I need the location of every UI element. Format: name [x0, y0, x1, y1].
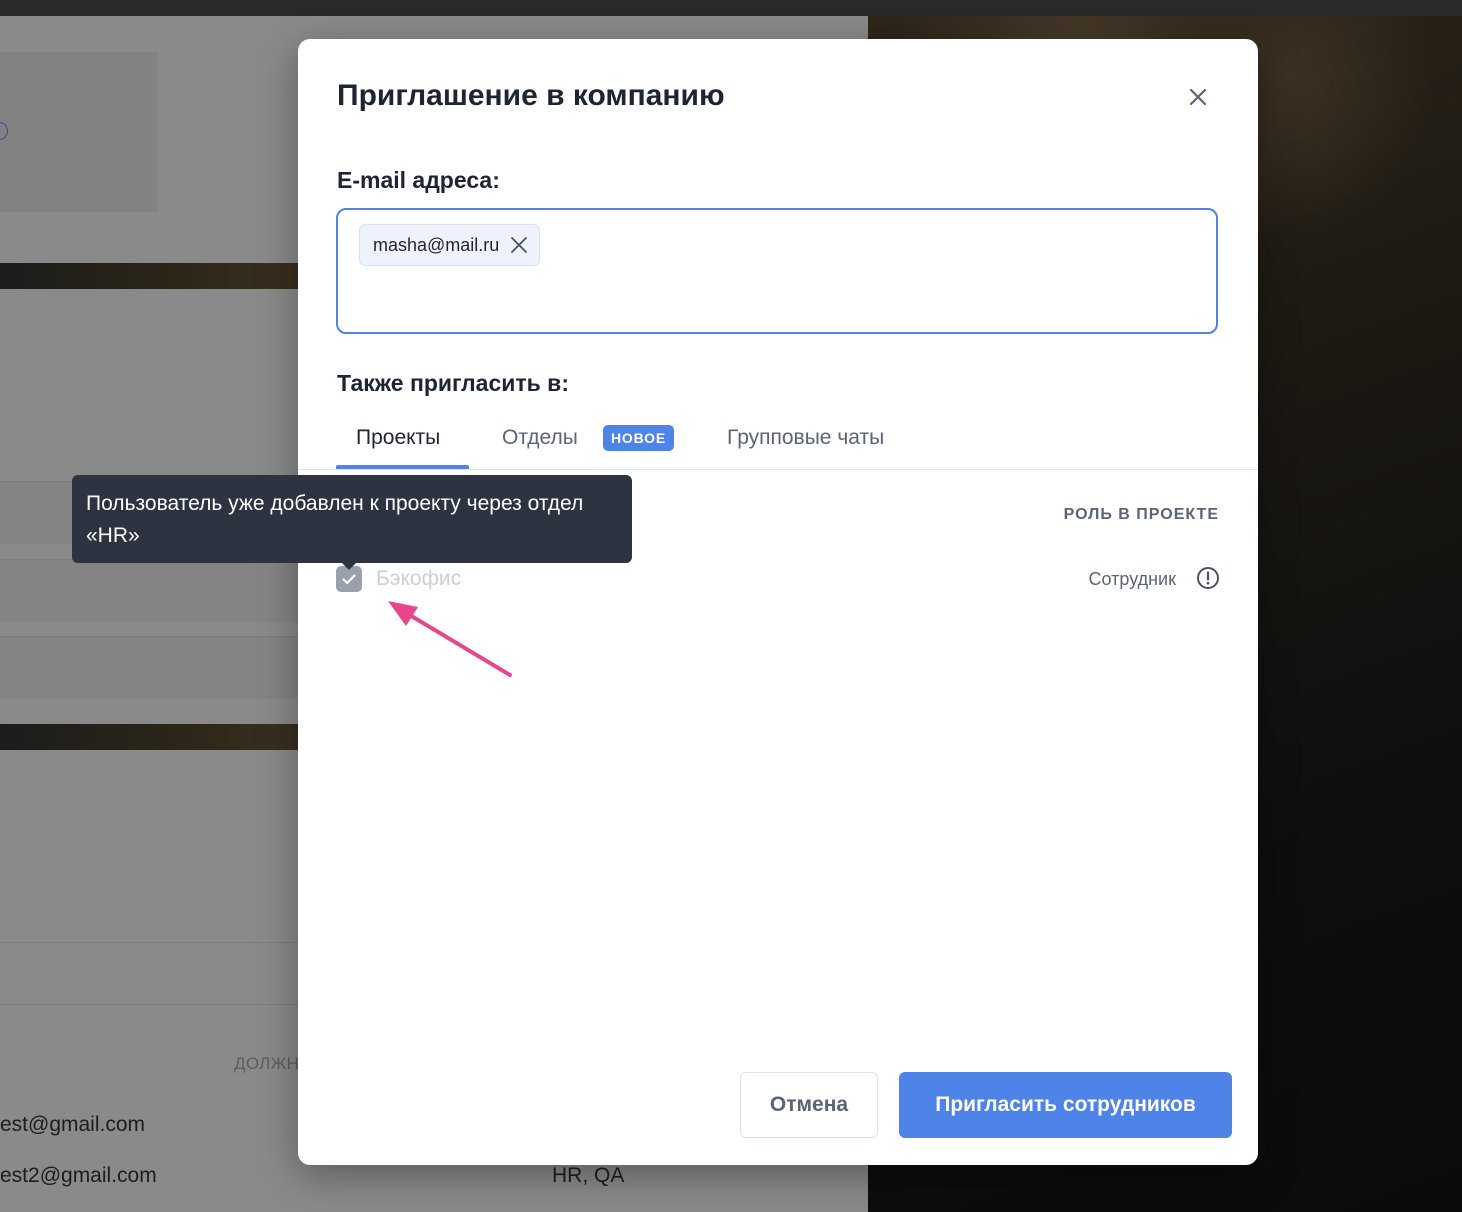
background-departments: HR, QA — [552, 1164, 625, 1187]
role-column-header: РОЛЬ В ПРОЕКТЕ — [1063, 506, 1219, 523]
email-input[interactable]: masha@mail.ru — [336, 208, 1218, 334]
close-icon — [511, 237, 528, 253]
project-row: Бэкофис Сотрудник — [336, 566, 1220, 592]
invite-employees-button[interactable]: Пригласить сотрудников — [899, 1072, 1232, 1138]
tab-group-chats[interactable]: Групповые чаты — [727, 426, 884, 450]
tab-projects[interactable]: Проекты — [356, 426, 440, 450]
background-row — [0, 636, 300, 699]
email-field-label: E-mail адреса: — [337, 167, 500, 193]
email-chip: masha@mail.ru — [359, 224, 541, 266]
background-divider — [0, 1004, 300, 1005]
close-icon — [1189, 88, 1207, 106]
active-tab-indicator — [336, 465, 469, 469]
background-divider — [0, 942, 300, 943]
project-name: Бэкофис — [376, 567, 462, 590]
tooltip: Пользователь уже добавлен к проекту чере… — [72, 475, 632, 563]
info-icon[interactable] — [1196, 566, 1220, 590]
annotation-arrow-icon — [388, 601, 512, 677]
email-chip-remove-button[interactable] — [509, 235, 529, 255]
background-banner — [0, 724, 300, 750]
project-role: Сотрудник — [1088, 569, 1176, 589]
tooltip-arrow — [340, 561, 358, 570]
background-card — [0, 52, 157, 212]
also-invite-label: Также пригласить в: — [337, 370, 569, 396]
close-button[interactable] — [1184, 83, 1212, 111]
modal-title: Приглашение в компанию — [337, 79, 725, 112]
background-email: est2@gmail.com — [0, 1164, 157, 1187]
tab-departments[interactable]: Отделы — [502, 426, 578, 450]
email-chip-label: masha@mail.ru — [373, 234, 500, 255]
background-email: est@gmail.com — [0, 1113, 146, 1136]
background-banner — [0, 263, 300, 289]
browser-top-bar — [0, 0, 1462, 16]
new-badge: НОВОЕ — [603, 425, 674, 451]
background-column-header: ДОЛЖН — [234, 1054, 300, 1073]
background-row — [0, 559, 300, 622]
invite-tabs: Проекты Отделы НОВОЕ Групповые чаты — [298, 419, 1258, 470]
cancel-button[interactable]: Отмена — [740, 1072, 878, 1138]
